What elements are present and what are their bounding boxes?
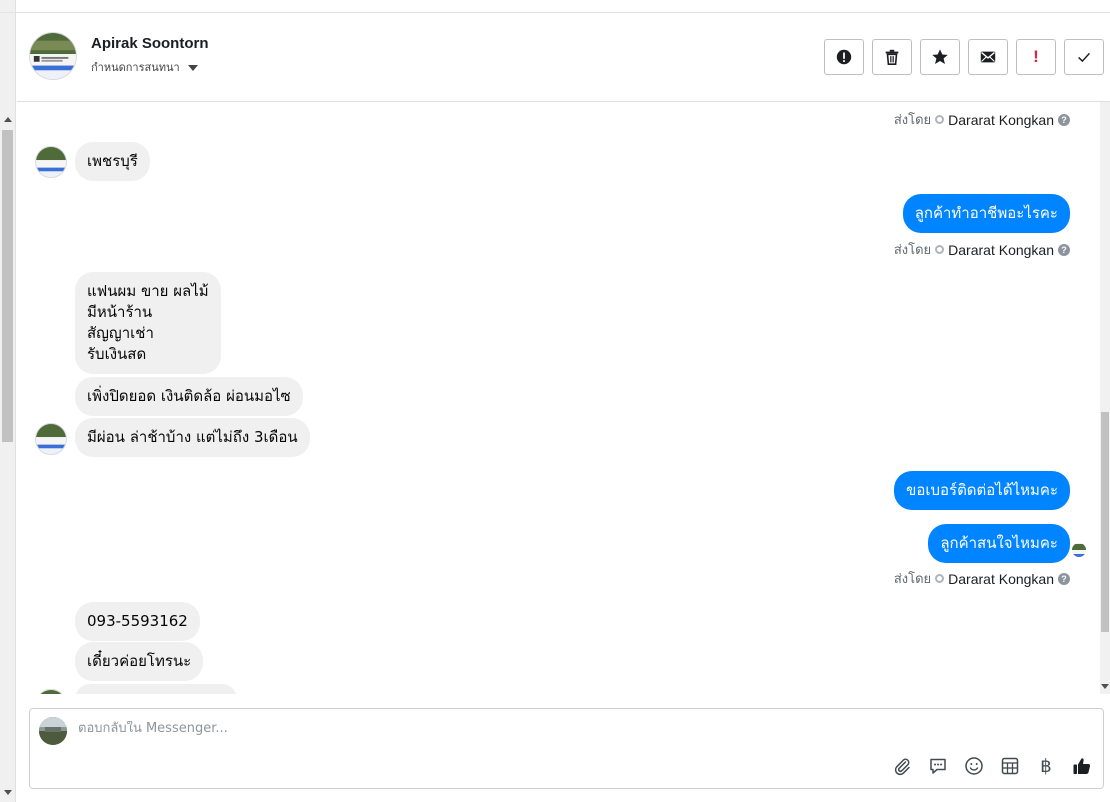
mail-icon bbox=[980, 51, 996, 63]
outgoing-message[interactable]: ลูกค้าทำอาชีพอะไรคะ bbox=[902, 194, 1070, 233]
emoji-button[interactable] bbox=[963, 755, 985, 777]
saved-reply-button[interactable] bbox=[927, 755, 949, 777]
attach-button[interactable] bbox=[891, 755, 913, 777]
star-icon bbox=[932, 49, 948, 65]
outgoing-message[interactable]: ลูกค้าสนใจไหมคะ bbox=[928, 524, 1070, 563]
agent-name[interactable]: Dararat Kongkan bbox=[948, 571, 1054, 587]
page-badge-icon bbox=[935, 574, 945, 583]
incoming-message[interactable]: 093-5593162 bbox=[75, 602, 200, 641]
incoming-message[interactable]: เพชรบุรี bbox=[75, 142, 150, 181]
help-icon[interactable]: ? bbox=[1058, 113, 1070, 126]
contact-avatar-small[interactable] bbox=[35, 689, 67, 694]
sent-by-label: ส่งโดย bbox=[893, 572, 932, 587]
agent-name[interactable]: Dararat Kongkan bbox=[948, 112, 1054, 128]
conversation-header: Apirak Soontorn กำหนดการสนทนา ! bbox=[17, 13, 1110, 102]
spam-button[interactable] bbox=[824, 39, 864, 75]
outgoing-message[interactable]: ขอเบอร์ติดต่อได้ไหมคะ bbox=[894, 471, 1070, 510]
help-icon[interactable]: ? bbox=[1058, 572, 1070, 585]
payment-button[interactable]: ฿ bbox=[1035, 755, 1057, 777]
baht-icon: ฿ bbox=[1040, 755, 1052, 777]
assign-conversation-label: กำหนดการสนทนา bbox=[91, 61, 180, 74]
thread-scrollbar[interactable] bbox=[1100, 102, 1110, 694]
thread-scrollbar-thumb[interactable] bbox=[1101, 412, 1109, 632]
help-icon[interactable]: ? bbox=[1058, 243, 1070, 256]
sent-by-row: ส่งโดย Dararat Kongkan ? bbox=[894, 568, 1070, 589]
exclamation-icon: ! bbox=[1033, 47, 1039, 66]
my-avatar bbox=[39, 717, 67, 745]
paperclip-icon bbox=[894, 758, 910, 776]
reply-input[interactable] bbox=[78, 721, 878, 736]
scroll-down-arrow-icon[interactable] bbox=[4, 790, 12, 795]
caret-down-icon bbox=[187, 64, 198, 71]
page-badge-icon bbox=[935, 245, 945, 254]
incoming-message[interactable]: มีผ่อน ล่าช้าบ้าง แต่ไม่ถึง 3เดือน bbox=[75, 418, 310, 457]
message-thread[interactable]: ส่งโดย Dararat Kongkan ? เพชรบุรี ลูกค้า… bbox=[17, 102, 1100, 694]
table-icon bbox=[1001, 757, 1019, 775]
reply-composer: ฿ bbox=[29, 708, 1104, 789]
like-button[interactable] bbox=[1071, 755, 1093, 777]
agent-name[interactable]: Dararat Kongkan bbox=[948, 242, 1054, 258]
composer-tools: ฿ bbox=[891, 755, 1093, 777]
sent-by-label: ส่งโดย bbox=[893, 113, 932, 128]
scroll-up-arrow-icon[interactable] bbox=[4, 117, 12, 122]
contact-avatar-small[interactable] bbox=[35, 146, 67, 178]
contact-avatar-image bbox=[36, 424, 66, 454]
mark-done-button[interactable] bbox=[1064, 39, 1104, 75]
incoming-message[interactable]: เพิ่งปิดยอด เงินติดล้อ ผ่อนมอไซ bbox=[75, 377, 303, 416]
assign-conversation-dropdown[interactable]: กำหนดการสนทนา bbox=[91, 58, 198, 76]
page-badge-icon bbox=[935, 115, 945, 124]
thumbs-up-icon bbox=[1073, 758, 1091, 774]
sent-by-row: ส่งโดย Dararat Kongkan ? bbox=[894, 239, 1070, 260]
contact-avatar[interactable] bbox=[29, 32, 77, 80]
alert-circle-icon bbox=[836, 49, 852, 65]
seen-avatar bbox=[1072, 543, 1086, 557]
sent-by-label: ส่งโดย bbox=[893, 243, 932, 258]
my-avatar-image bbox=[39, 717, 67, 745]
follow-up-button[interactable] bbox=[920, 39, 960, 75]
incoming-message-partial[interactable] bbox=[75, 684, 237, 694]
seen-avatar-image bbox=[1072, 544, 1086, 557]
emoji-icon bbox=[965, 757, 983, 775]
check-icon bbox=[1078, 52, 1090, 63]
incoming-message[interactable]: เดี๋ยวค่อยโทรนะ bbox=[75, 642, 204, 681]
trash-icon bbox=[885, 49, 899, 66]
page-scrollbar[interactable] bbox=[0, 0, 16, 802]
saved-reply-icon bbox=[930, 758, 946, 774]
page-scrollbar-thumb[interactable] bbox=[2, 130, 13, 442]
delete-button[interactable] bbox=[872, 39, 912, 75]
contact-avatar-image bbox=[36, 147, 66, 177]
sent-by-row: ส่งโดย Dararat Kongkan ? bbox=[894, 109, 1070, 130]
template-button[interactable] bbox=[999, 755, 1021, 777]
contact-avatar-image bbox=[30, 33, 76, 79]
conversation-actions: ! bbox=[824, 39, 1104, 75]
contact-avatar-small[interactable] bbox=[35, 423, 67, 455]
mark-unread-button[interactable] bbox=[968, 39, 1008, 75]
contact-name[interactable]: Apirak Soontorn bbox=[91, 35, 209, 52]
contact-avatar-image bbox=[36, 690, 66, 694]
thread-scroll-down-icon[interactable] bbox=[1101, 684, 1109, 689]
incoming-message[interactable]: แฟนผม ขาย ผลไม้ มีหน้าร้าน สัญญาเช่า รับ… bbox=[75, 272, 221, 374]
priority-button[interactable]: ! bbox=[1016, 39, 1056, 75]
